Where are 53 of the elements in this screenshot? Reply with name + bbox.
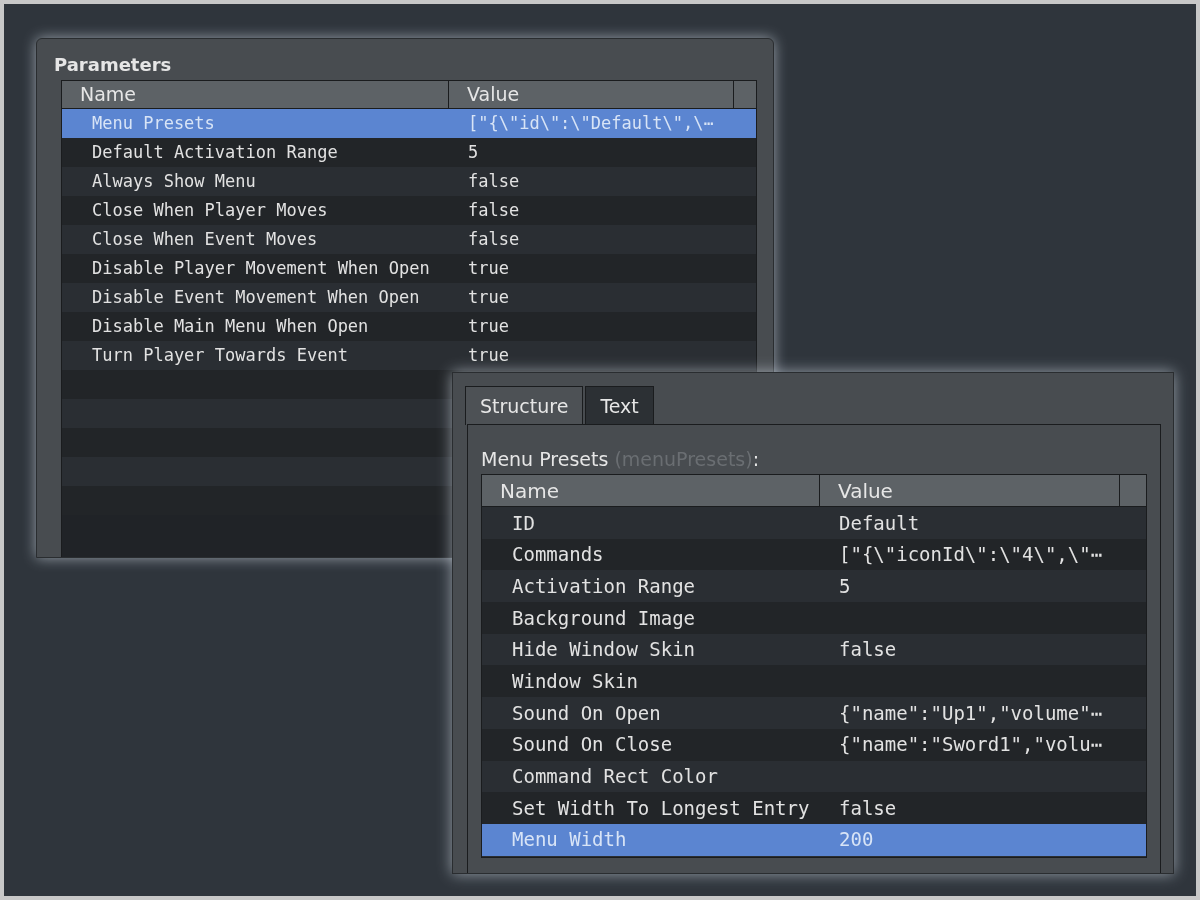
value-cell-text: ["{\"iconId\":\"4\",\"⋯ bbox=[838, 542, 1103, 568]
value-cell-text: 200 bbox=[838, 827, 874, 853]
name-cell-text: Close When Event Moves bbox=[91, 227, 319, 251]
table-row[interactable]: Background Image bbox=[482, 602, 1146, 634]
name-cell-text: Turn Player Towards Event bbox=[91, 343, 349, 367]
name-cell-text: ID bbox=[511, 510, 536, 536]
name-cell-text: Menu Presets bbox=[91, 111, 216, 135]
name-cell-text: Background Image bbox=[511, 605, 697, 631]
name-cell-text: Disable Main Menu When Open bbox=[91, 314, 370, 338]
table-row[interactable]: Always Show Menu false bbox=[62, 167, 756, 196]
value-cell-text: {"name":"Sword1","volu⋯ bbox=[838, 732, 1103, 758]
value-cell-text: false bbox=[467, 227, 520, 251]
name-cell-text: Sound On Open bbox=[511, 700, 662, 726]
table-row[interactable]: Sound On Close {"name":"Sword1","volu⋯ bbox=[482, 728, 1146, 761]
value-cell-text: {"name":"Up1","volume"⋯ bbox=[838, 700, 1103, 726]
column-header[interactable]: Value bbox=[449, 81, 734, 108]
name-cell-text: Default Activation Range bbox=[91, 140, 339, 164]
value-cell-text: false bbox=[467, 198, 520, 222]
name-cell-text: Activation Range bbox=[511, 573, 697, 599]
value-cell-text: true bbox=[467, 314, 509, 338]
value-cell-text: true bbox=[467, 343, 509, 367]
table-row[interactable]: Set Width To Longest Entry false bbox=[482, 792, 1146, 824]
tab[interactable]: Text bbox=[585, 386, 654, 425]
value-cell-text: Default bbox=[838, 510, 920, 536]
name-cell-text: Set Width To Longest Entry bbox=[511, 795, 811, 821]
value-cell-text: false bbox=[467, 169, 520, 193]
name-cell-text: Close When Player Moves bbox=[91, 198, 329, 222]
name-cell-text: Hide Window Skin bbox=[511, 637, 697, 663]
name-cell-text: Command Rect Color bbox=[511, 764, 719, 790]
value-cell-text: 5 bbox=[838, 573, 851, 599]
name-cell-text: Always Show Menu bbox=[91, 169, 257, 193]
column-header[interactable]: Name bbox=[482, 475, 820, 506]
name-cell-text: Disable Event Movement When Open bbox=[91, 285, 421, 309]
value-cell-text: false bbox=[838, 637, 897, 663]
name-cell-text: Window Skin bbox=[511, 669, 639, 695]
table-row[interactable]: Turn Player Towards Event true bbox=[62, 341, 756, 370]
value-cell-text: 5 bbox=[467, 140, 479, 164]
column-header[interactable]: Name bbox=[62, 81, 449, 108]
table-row[interactable]: Commands ["{\"iconId\":\"4\",\"⋯ bbox=[482, 538, 1146, 571]
name-cell-text: Disable Player Movement When Open bbox=[91, 256, 431, 280]
window-title: Parameters bbox=[54, 53, 172, 77]
name-cell-text: Commands bbox=[511, 542, 605, 568]
value-cell-text: false bbox=[838, 795, 897, 821]
column-header[interactable]: Value bbox=[820, 475, 1120, 506]
value-cell-text: true bbox=[467, 256, 509, 280]
name-cell-text: Menu Width bbox=[511, 827, 628, 853]
value-cell-text: ["{\"id\":\"Default\",\⋯ bbox=[467, 111, 714, 135]
name-cell-text: Sound On Close bbox=[511, 732, 674, 758]
tab[interactable]: Structure bbox=[465, 386, 584, 425]
table-row[interactable]: Disable Event Movement When Open true bbox=[62, 283, 756, 312]
table-row[interactable]: Window Skin bbox=[482, 665, 1146, 698]
table-row[interactable]: Close When Event Moves false bbox=[62, 225, 756, 254]
value-cell-text: true bbox=[467, 285, 509, 309]
